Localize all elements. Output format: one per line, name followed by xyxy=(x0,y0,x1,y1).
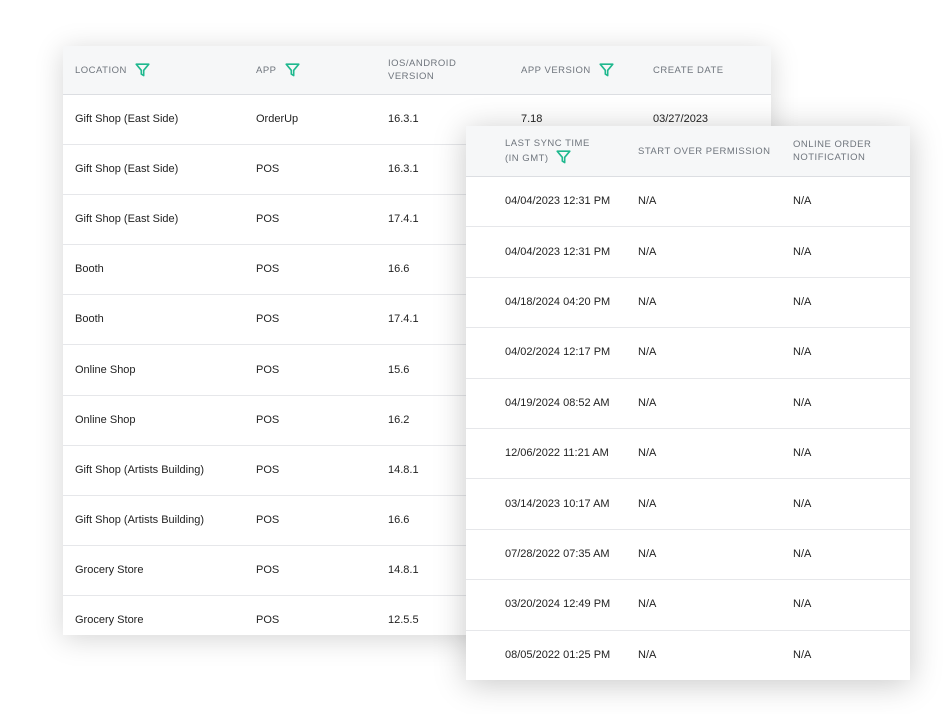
cell-location: Online Shop xyxy=(75,413,136,426)
cell-app: POS xyxy=(256,563,280,576)
cell-last-sync: 04/19/2024 08:52 AM xyxy=(505,396,610,409)
column-header-create-date-label: CREATE DATE xyxy=(653,64,724,76)
table-row[interactable]: 04/18/2024 04:20 PM N/A N/A xyxy=(466,278,910,329)
cell-location: Gift Shop (Artists Building) xyxy=(75,513,204,526)
column-header-app[interactable]: APP xyxy=(256,63,388,77)
column-header-last-sync[interactable]: LAST SYNC TIME (IN GMT) xyxy=(466,137,638,165)
cell-app: POS xyxy=(256,363,280,376)
column-header-start-over[interactable]: START OVER PERMISSION xyxy=(638,145,793,158)
cell-online-order: N/A xyxy=(793,396,812,409)
table-row[interactable]: 12/06/2022 11:21 AM N/A N/A xyxy=(466,429,910,480)
cell-location: Gift Shop (Artists Building) xyxy=(75,463,204,476)
cell-start-over: N/A xyxy=(638,245,657,258)
cell-last-sync: 04/04/2023 12:31 PM xyxy=(505,195,611,208)
cell-last-sync: 08/05/2022 01:25 PM xyxy=(505,648,611,661)
cell-last-sync: 12/06/2022 11:21 AM xyxy=(505,447,609,460)
cell-last-sync: 07/28/2022 07:35 AM xyxy=(505,547,610,560)
table-row[interactable]: 03/20/2024 12:49 PM N/A N/A xyxy=(466,580,910,631)
sync-table-overlay: LAST SYNC TIME (IN GMT) START OVER PERMI… xyxy=(466,126,910,680)
filter-icon[interactable] xyxy=(556,150,571,164)
sync-table-header: LAST SYNC TIME (IN GMT) START OVER PERMI… xyxy=(466,126,910,177)
cell-app: OrderUp xyxy=(256,113,299,126)
column-header-last-sync-text: LAST SYNC TIME (IN GMT) xyxy=(505,138,590,164)
cell-start-over: N/A xyxy=(638,346,657,359)
cell-app: POS xyxy=(256,263,280,276)
cell-os-version: 16.3.1 xyxy=(388,113,419,126)
column-header-create-date[interactable]: CREATE DATE xyxy=(653,64,771,77)
filter-icon[interactable] xyxy=(135,63,150,77)
cell-online-order: N/A xyxy=(793,648,812,661)
cell-app: POS xyxy=(256,513,280,526)
column-header-location[interactable]: LOCATION xyxy=(63,63,256,77)
cell-start-over: N/A xyxy=(638,648,657,661)
cell-location: Grocery Store xyxy=(75,613,144,626)
cell-app: POS xyxy=(256,213,280,226)
cell-online-order: N/A xyxy=(793,447,812,460)
column-header-online-order-label: ONLINE ORDER NOTIFICATION xyxy=(793,139,872,163)
cell-online-order: N/A xyxy=(793,245,812,258)
table-row[interactable]: 03/14/2023 10:17 AM N/A N/A xyxy=(466,479,910,530)
cell-location: Grocery Store xyxy=(75,563,144,576)
cell-start-over: N/A xyxy=(638,295,657,308)
cell-start-over: N/A xyxy=(638,598,657,611)
column-header-last-sync-label: LAST SYNC TIME (IN GMT) xyxy=(505,137,591,165)
device-table-header: LOCATION APP IOS/ANDROID VERSION APP VER… xyxy=(63,46,771,95)
cell-start-over: N/A xyxy=(638,396,657,409)
cell-location: Gift Shop (East Side) xyxy=(75,113,179,126)
column-header-app-version[interactable]: APP VERSION xyxy=(521,63,653,77)
column-header-app-version-label: APP VERSION xyxy=(521,64,591,76)
cell-start-over: N/A xyxy=(638,195,657,208)
column-header-os-version-label: IOS/ANDROID VERSION xyxy=(388,58,457,82)
cell-start-over: N/A xyxy=(638,447,657,460)
cell-location: Booth xyxy=(75,263,104,276)
cell-online-order: N/A xyxy=(793,295,812,308)
cell-app: POS xyxy=(256,313,280,326)
cell-location: Gift Shop (East Side) xyxy=(75,213,179,226)
cell-online-order: N/A xyxy=(793,346,812,359)
cell-location: Online Shop xyxy=(75,363,136,376)
filter-icon[interactable] xyxy=(284,63,300,77)
cell-location: Booth xyxy=(75,313,104,326)
cell-start-over: N/A xyxy=(638,547,657,560)
table-row[interactable]: 04/04/2023 12:31 PM N/A N/A xyxy=(466,227,910,278)
cell-app: POS xyxy=(256,463,280,476)
table-row[interactable]: 04/19/2024 08:52 AM N/A N/A xyxy=(466,379,910,429)
cell-location: Gift Shop (East Side) xyxy=(75,163,179,176)
cell-start-over: N/A xyxy=(638,497,657,510)
cell-online-order: N/A xyxy=(793,195,812,208)
cell-app-version: 7.18 xyxy=(521,113,543,126)
table-row[interactable]: 04/02/2024 12:17 PM N/A N/A xyxy=(466,328,910,379)
cell-last-sync: 04/04/2023 12:31 PM xyxy=(505,245,611,258)
cell-app: POS xyxy=(256,613,280,626)
column-header-location-label: LOCATION xyxy=(75,64,127,76)
table-row[interactable]: 04/04/2023 12:31 PM N/A N/A xyxy=(466,177,910,228)
cell-online-order: N/A xyxy=(793,497,812,510)
cell-app: POS xyxy=(256,413,280,426)
column-header-app-label: APP xyxy=(256,64,277,76)
cell-last-sync: 03/14/2023 10:17 AM xyxy=(505,497,610,510)
table-row[interactable]: 08/05/2022 01:25 PM N/A N/A xyxy=(466,631,910,680)
column-header-start-over-label: START OVER PERMISSION xyxy=(638,145,771,157)
cell-last-sync: 03/20/2024 12:49 PM xyxy=(505,598,611,611)
cell-last-sync: 04/18/2024 04:20 PM xyxy=(505,295,611,308)
cell-create-date: 03/27/2023 xyxy=(653,113,709,126)
column-header-online-order[interactable]: ONLINE ORDER NOTIFICATION xyxy=(793,138,910,164)
cell-online-order: N/A xyxy=(793,547,812,560)
cell-online-order: N/A xyxy=(793,598,812,611)
filter-icon[interactable] xyxy=(599,63,614,77)
column-header-os-version[interactable]: IOS/ANDROID VERSION xyxy=(388,57,521,83)
table-row[interactable]: 07/28/2022 07:35 AM N/A N/A xyxy=(466,530,910,581)
cell-app: POS xyxy=(256,163,280,176)
cell-last-sync: 04/02/2024 12:17 PM xyxy=(505,346,611,359)
